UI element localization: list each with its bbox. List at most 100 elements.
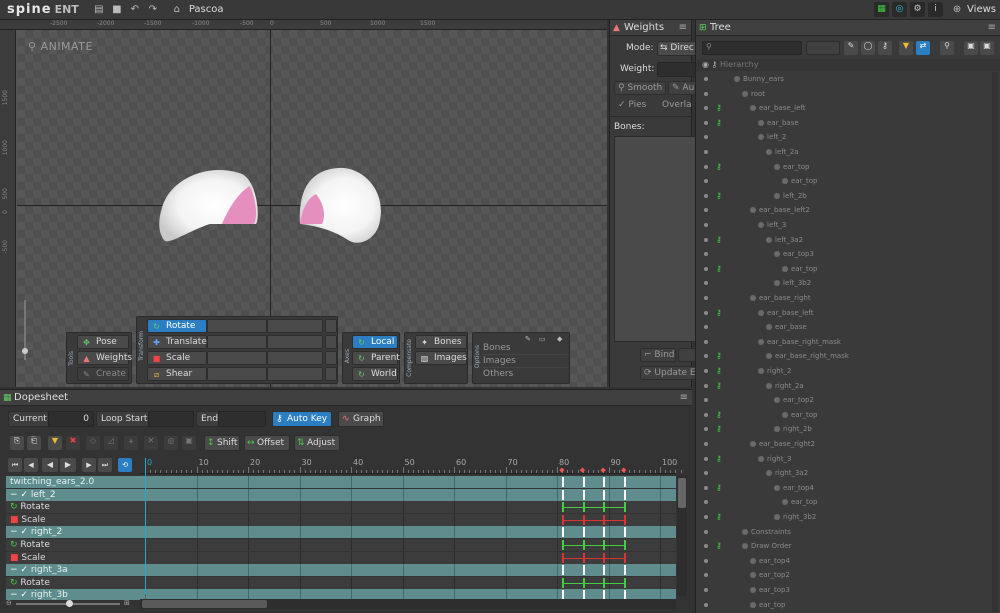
tree-row[interactable]: ⚷ left_2b — [696, 189, 996, 203]
visibility-dot[interactable] — [704, 223, 708, 227]
expand-keys-icon[interactable]: ✕ — [144, 436, 158, 450]
redo-icon[interactable]: ↷ — [147, 4, 159, 16]
name-visibility-icon[interactable]: ▭ — [539, 335, 546, 343]
current-frame-input[interactable]: 0 — [48, 411, 94, 427]
shear-lock-icon[interactable] — [325, 367, 337, 381]
weight-input[interactable] — [657, 62, 697, 77]
visibility-dot[interactable] — [704, 164, 708, 169]
delete-keys-icon[interactable]: ✖ — [66, 436, 80, 450]
keyframe[interactable] — [582, 527, 585, 538]
play-forward-icon[interactable]: ▶ — [60, 458, 76, 472]
track-row-scale[interactable]: ■ Scale — [6, 513, 676, 526]
prev-key-icon[interactable]: ◀ — [24, 458, 38, 472]
dopesheet-menu-icon[interactable]: ≡ — [680, 390, 688, 406]
save-icon[interactable]: ■ — [111, 4, 123, 16]
rotate-icon[interactable]: ↻ — [10, 578, 20, 588]
axes-world-button[interactable]: ↻ World — [352, 367, 398, 381]
panel-menu-icon[interactable]: ≡ — [679, 20, 687, 36]
key-icon[interactable]: ⚷ — [716, 510, 722, 524]
info-icon[interactable]: i — [928, 2, 944, 17]
tree-row[interactable]: left_3b2 — [696, 276, 996, 290]
translate-y-field[interactable] — [267, 335, 323, 349]
track-row-anim[interactable]: twitching_ears_2.0 — [6, 476, 676, 488]
key-icon[interactable]: ⚷ — [716, 422, 722, 436]
tree-row[interactable]: ear_base — [696, 320, 996, 334]
rotate-value-field[interactable] — [207, 319, 267, 333]
home-icon[interactable]: ⌂ — [171, 4, 183, 16]
tree-row[interactable]: ear_base_left2 — [696, 203, 996, 217]
visibility-dot[interactable] — [704, 310, 708, 315]
sync-icon[interactable]: ◎ — [892, 2, 908, 17]
track-row-bone[interactable]: − ✓ left_2 — [6, 488, 676, 501]
visibility-dot[interactable] — [704, 544, 708, 549]
visibility-dot[interactable] — [704, 296, 708, 300]
tree-row[interactable]: ⚷ Draw Order — [696, 539, 996, 553]
tree-row[interactable]: ear_top4 — [696, 554, 996, 568]
keyframe[interactable] — [623, 565, 626, 576]
end-input[interactable] — [218, 411, 266, 427]
key-icon[interactable]: ⚷ — [716, 481, 722, 495]
tree-row[interactable]: ⚷ ear_base_right_mask — [696, 349, 996, 363]
visibility-dot[interactable] — [704, 558, 708, 563]
visibility-dot[interactable] — [704, 193, 708, 198]
keyframe[interactable] — [603, 477, 606, 487]
weights-tool-button[interactable]: ▲ Weights — [77, 351, 132, 365]
auto-button[interactable]: ✎ Au — [668, 81, 698, 95]
key-diamond-icon[interactable]: ◆ — [559, 466, 564, 474]
keyframe[interactable] — [582, 565, 585, 576]
scale-icon[interactable]: ■ — [10, 553, 21, 563]
keyframe[interactable] — [623, 477, 626, 487]
visibility-dot[interactable] — [704, 120, 708, 125]
keyframe[interactable] — [582, 477, 585, 487]
key-icon[interactable]: ⚷ — [716, 349, 722, 363]
rotate-value-field-2[interactable] — [267, 319, 323, 333]
tree-scrollbar[interactable] — [992, 72, 998, 612]
smooth-button[interactable]: ⚲ Smooth — [614, 81, 666, 95]
filter-slots-icon[interactable]: ◯ — [861, 41, 875, 55]
tree-row[interactable]: ⚷ ear_base_left — [696, 306, 996, 320]
stepped-icon[interactable]: ◿ — [104, 436, 118, 450]
first-frame-icon[interactable]: ⏮ — [8, 458, 22, 472]
link-icon[interactable]: ⊕ — [951, 4, 963, 16]
keyframe[interactable] — [623, 489, 626, 500]
mode-select[interactable]: ⇆ Direc — [657, 41, 697, 56]
shear-y-field[interactable] — [267, 367, 323, 381]
timeline-ruler[interactable]: 0 10 20 30 40 50 60 70 80 90 100 ◆ ◆ ◆ ◆ — [140, 458, 682, 474]
rotate-icon[interactable]: ↻ — [10, 502, 20, 512]
tree-row[interactable]: left_2a — [696, 145, 996, 159]
visibility-dot[interactable] — [704, 339, 708, 344]
find-icon[interactable]: ⚲ — [940, 41, 954, 55]
filter-keys-icon[interactable]: ▼ — [48, 436, 62, 450]
pose-tool-button[interactable]: ✥ Pose — [77, 335, 129, 349]
track-row-scale[interactable]: ■ Scale — [6, 551, 676, 564]
track-row-bone[interactable]: − ✓ right_3a — [6, 564, 676, 577]
scale-y-field[interactable] — [267, 351, 323, 365]
collapse-icon[interactable]: ▣ — [964, 41, 978, 55]
filter-bones-icon[interactable]: ✎ — [844, 41, 858, 55]
key-diamond-icon[interactable]: ◆ — [621, 466, 626, 474]
shear-x-field[interactable] — [207, 367, 267, 381]
tree-row[interactable]: left_3 — [696, 218, 996, 232]
timeline-zoom-slider[interactable]: ⊖ ⊞ — [6, 599, 136, 609]
visibility-dot[interactable] — [704, 471, 708, 476]
options-images-row[interactable]: Images — [483, 356, 567, 368]
visibility-dot[interactable] — [704, 529, 708, 534]
visibility-dot[interactable] — [704, 237, 708, 242]
keyframe[interactable] — [623, 577, 626, 588]
tree-row[interactable]: left_2 — [696, 130, 996, 144]
tree-row[interactable]: ⚷ left_3a2 — [696, 233, 996, 247]
scale-tool-button[interactable]: ■ Scale — [147, 351, 207, 365]
expand-check-icon[interactable]: − ✓ — [10, 527, 31, 537]
keyframe[interactable] — [562, 477, 565, 487]
visibility-dot[interactable] — [704, 427, 708, 432]
axes-parent-button[interactable]: ↻ Parent — [352, 351, 400, 365]
update-button[interactable]: ⟳ Update E — [640, 366, 698, 380]
tree-row[interactable]: ⚷ ear_top — [696, 160, 996, 174]
key-diamond-icon[interactable]: ◆ — [600, 466, 605, 474]
tree-row[interactable]: ⚷ right_2 — [696, 364, 996, 378]
visibility-dot[interactable] — [704, 135, 708, 140]
loop-icon[interactable]: ⟲ — [118, 458, 132, 472]
graph-button[interactable]: ∿ Graph — [338, 411, 384, 427]
rotate-lock-icon[interactable] — [325, 319, 337, 333]
visibility-dot[interactable] — [704, 500, 708, 505]
